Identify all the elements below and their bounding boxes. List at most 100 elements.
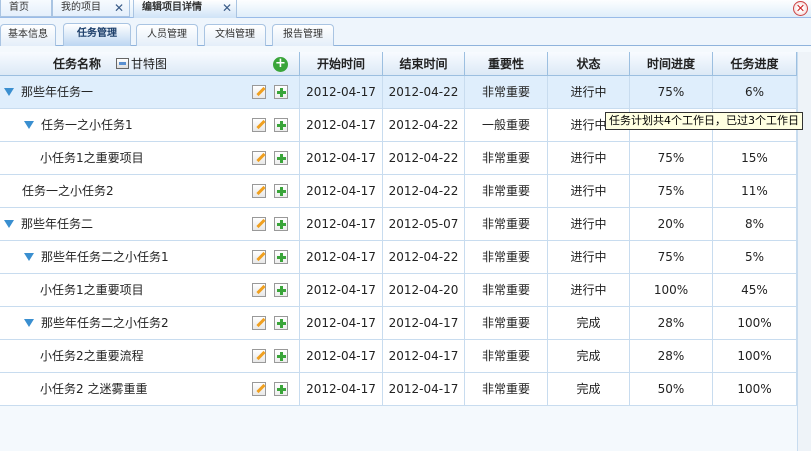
add-subtask-icon[interactable] <box>274 184 288 198</box>
window-close-icon[interactable]: ✕ <box>793 1 808 16</box>
close-icon[interactable]: ✕ <box>221 2 233 14</box>
task-name: 任务一之小任务2 <box>22 184 114 198</box>
tab-home-label: 首页 <box>9 2 29 13</box>
tab-document-label: 文档管理 <box>215 29 255 40</box>
header-task-name-label: 任务名称 <box>53 57 102 71</box>
add-subtask-icon[interactable] <box>274 316 288 330</box>
expand-arrow-icon[interactable] <box>24 253 34 261</box>
expand-arrow-icon[interactable] <box>4 88 14 96</box>
edit-task-icon[interactable] <box>252 85 266 99</box>
table-row[interactable]: 任务一之小任务2 2012-04-17 2012-04-22 非常重要 进行中 75% 11… <box>0 175 797 208</box>
cell-time-progress: 20% <box>630 208 713 241</box>
add-task-icon[interactable]: + <box>273 57 288 72</box>
gantt-chart-link[interactable]: 甘特图 <box>116 52 167 76</box>
header-time-progress-label: 时间进度 <box>646 57 695 71</box>
edit-task-icon[interactable] <box>252 382 266 396</box>
cell-importance: 非常重要 <box>465 175 548 208</box>
add-subtask-icon[interactable] <box>274 250 288 264</box>
table-row[interactable]: 小任务2 之迷雾重重 2012-04-17 2012-04-17 非常重要 完成 50% 1… <box>0 373 797 406</box>
cell-start: 2012-04-17 <box>300 307 383 340</box>
tab-basic-info-label: 基本信息 <box>8 29 48 40</box>
task-name-cell: 小任务2之重要流程 <box>0 340 300 373</box>
task-name-cell: 那些年任务一 <box>0 76 300 109</box>
edit-task-icon[interactable] <box>252 217 266 231</box>
tab-basic-info[interactable]: 基本信息 <box>0 24 56 46</box>
task-name: 任务一之小任务1 <box>41 118 133 132</box>
header-task-progress-label: 任务进度 <box>730 57 779 71</box>
task-name: 那些年任务二之小任务2 <box>41 316 169 330</box>
cell-status: 进行中 <box>548 142 630 175</box>
header-end-time[interactable]: 结束时间 <box>383 52 465 76</box>
cell-importance: 非常重要 <box>465 76 548 109</box>
task-name: 那些年任务二之小任务1 <box>41 250 169 264</box>
expand-arrow-icon[interactable] <box>4 220 14 228</box>
task-name: 那些年任务一 <box>21 85 94 99</box>
edit-task-icon[interactable] <box>252 151 266 165</box>
header-task-progress[interactable]: 任务进度 <box>713 52 797 76</box>
table-row[interactable]: 那些年任务一 2012-04-17 2012-04-22 非常重要 进行中 75% 6% <box>0 76 797 109</box>
cell-time-progress: 75% <box>630 175 713 208</box>
cell-status: 进行中 <box>548 208 630 241</box>
task-name-cell: 小任务2 之迷雾重重 <box>0 373 300 406</box>
edit-task-icon[interactable] <box>252 316 266 330</box>
tab-home[interactable]: 首页 <box>0 0 52 17</box>
cell-time-progress: 75% <box>630 76 713 109</box>
task-name: 小任务1之重要项目 <box>40 151 144 165</box>
tab-personnel-management[interactable]: 人员管理 <box>136 24 198 46</box>
task-name-cell: 那些年任务二之小任务1 <box>0 241 300 274</box>
cell-task-progress: 6% <box>713 76 797 109</box>
add-subtask-icon[interactable] <box>274 283 288 297</box>
cell-status: 进行中 <box>548 175 630 208</box>
tab-my-projects[interactable]: 我的项目 ✕ <box>52 0 130 17</box>
table-row[interactable]: 小任务2之重要流程 2012-04-17 2012-04-17 非常重要 完成 28% 10… <box>0 340 797 373</box>
tab-task-management[interactable]: 任务管理 <box>63 23 131 46</box>
expand-arrow-icon[interactable] <box>24 319 34 327</box>
edit-task-icon[interactable] <box>252 184 266 198</box>
header-importance[interactable]: 重要性 <box>465 52 548 76</box>
edit-task-icon[interactable] <box>252 118 266 132</box>
cell-time-progress: 100% <box>630 274 713 307</box>
edit-task-icon[interactable] <box>252 349 266 363</box>
header-end-time-label: 结束时间 <box>399 57 448 71</box>
header-start-time[interactable]: 开始时间 <box>300 52 383 76</box>
tab-edit-project-label: 编辑项目详情 <box>142 2 202 13</box>
cell-status: 完成 <box>548 307 630 340</box>
table-row[interactable]: 那些年任务二之小任务1 2012-04-17 2012-04-22 非常重要 进行中 75… <box>0 241 797 274</box>
cell-start: 2012-04-17 <box>300 142 383 175</box>
add-subtask-icon[interactable] <box>274 85 288 99</box>
add-subtask-icon[interactable] <box>274 118 288 132</box>
cell-task-progress: 11% <box>713 175 797 208</box>
table-row[interactable]: 那些年任务二之小任务2 2012-04-17 2012-04-17 非常重要 完成 28%… <box>0 307 797 340</box>
cell-start: 2012-04-17 <box>300 241 383 274</box>
close-icon[interactable]: ✕ <box>113 2 125 14</box>
tab-report-management[interactable]: 报告管理 <box>272 24 334 46</box>
cell-status: 进行中 <box>548 241 630 274</box>
cell-importance: 非常重要 <box>465 142 548 175</box>
tab-document-management[interactable]: 文档管理 <box>204 24 266 46</box>
table-row[interactable]: 那些年任务二 2012-04-17 2012-05-07 非常重要 进行中 20% 8% <box>0 208 797 241</box>
table-row[interactable]: 小任务1之重要项目 2012-04-17 2012-04-20 非常重要 进行中 100%… <box>0 274 797 307</box>
add-subtask-icon[interactable] <box>274 382 288 396</box>
header-status-label: 状态 <box>576 57 601 71</box>
cell-end: 2012-04-17 <box>383 340 465 373</box>
add-subtask-icon[interactable] <box>274 349 288 363</box>
add-subtask-icon[interactable] <box>274 217 288 231</box>
table-row[interactable]: 小任务1之重要项目 2012-04-17 2012-04-22 非常重要 进行中 75% 1… <box>0 142 797 175</box>
add-subtask-icon[interactable] <box>274 151 288 165</box>
gantt-chart-label: 甘特图 <box>131 57 168 71</box>
cell-start: 2012-04-17 <box>300 109 383 142</box>
cell-task-progress: 45% <box>713 274 797 307</box>
edit-task-icon[interactable] <box>252 283 266 297</box>
cell-importance: 非常重要 <box>465 340 548 373</box>
edit-task-icon[interactable] <box>252 250 266 264</box>
cell-importance: 非常重要 <box>465 307 548 340</box>
task-name-cell: 任务一之小任务2 <box>0 175 300 208</box>
cell-status: 进行中 <box>548 274 630 307</box>
expand-arrow-icon[interactable] <box>24 121 34 129</box>
header-time-progress[interactable]: 时间进度 <box>630 52 713 76</box>
header-task-name[interactable]: 任务名称 甘特图 + <box>0 52 300 76</box>
tab-edit-project-details[interactable]: 编辑项目详情 ✕ <box>133 0 237 18</box>
cell-start: 2012-04-17 <box>300 373 383 406</box>
tab-personnel-label: 人员管理 <box>147 29 187 40</box>
header-status[interactable]: 状态 <box>548 52 630 76</box>
